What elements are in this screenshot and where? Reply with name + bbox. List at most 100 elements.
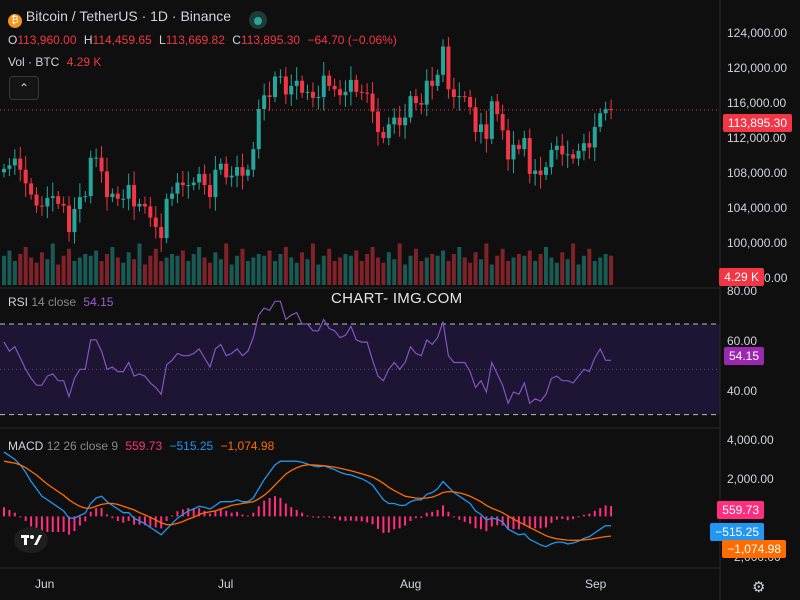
volume-bar bbox=[424, 257, 429, 285]
macd-histogram-bar bbox=[474, 516, 477, 529]
candle-body bbox=[77, 197, 82, 210]
macd-histogram-bar bbox=[62, 516, 65, 532]
macd-histogram-bar bbox=[274, 496, 276, 517]
macd-histogram-bar bbox=[366, 516, 369, 523]
macd-histogram-bar bbox=[122, 516, 125, 523]
price-tick: 100,000.00 bbox=[727, 236, 788, 250]
macd-histogram-bar bbox=[333, 516, 336, 519]
close-value: 113,895.30 bbox=[240, 33, 301, 47]
bitcoin-icon: ₿ bbox=[8, 14, 22, 28]
volume-bar bbox=[2, 255, 6, 285]
volume-bar bbox=[500, 248, 505, 285]
tradingview-logo[interactable] bbox=[14, 527, 48, 553]
macd-histogram-bar bbox=[458, 516, 461, 520]
low-label: L bbox=[159, 33, 166, 47]
macd-histogram-bar bbox=[349, 516, 352, 521]
volume-bar bbox=[581, 255, 586, 285]
volume-bar bbox=[565, 259, 570, 285]
volume-bar bbox=[375, 257, 380, 285]
volume-bar bbox=[413, 248, 418, 285]
volume-bar bbox=[262, 255, 267, 285]
candle-body bbox=[544, 167, 548, 175]
candle-body bbox=[587, 143, 592, 148]
candle-body bbox=[316, 96, 321, 98]
candle-body bbox=[34, 194, 39, 206]
price-tick: 124,000.00 bbox=[727, 26, 788, 40]
volume-bar bbox=[88, 255, 93, 285]
volume-bar bbox=[240, 248, 245, 285]
candle-body bbox=[408, 96, 413, 118]
macd-histogram-bar bbox=[30, 516, 33, 527]
candle-body bbox=[359, 91, 364, 93]
macd-histogram-bar bbox=[344, 516, 347, 521]
macd-histogram-bar bbox=[545, 516, 547, 528]
settings-gear-icon[interactable]: ⚙ bbox=[752, 578, 765, 596]
volume-bar bbox=[348, 255, 353, 285]
volume-bar bbox=[484, 243, 489, 285]
candle-body bbox=[451, 89, 456, 97]
rsi-tick: 60.00 bbox=[727, 334, 758, 348]
macd-histogram-bar bbox=[236, 511, 239, 517]
candle-body bbox=[273, 76, 277, 97]
volume-bar bbox=[23, 247, 28, 285]
ohlc-legend: O113,960.00 H114,459.65 L113,669.82 C113… bbox=[8, 33, 397, 47]
candle-body bbox=[170, 193, 175, 199]
macd-histogram-bar bbox=[246, 515, 249, 517]
volume-bar bbox=[381, 262, 386, 285]
macd-histogram-bar bbox=[176, 511, 179, 517]
candle-body bbox=[386, 124, 391, 139]
macd-histogram-bar bbox=[555, 516, 558, 520]
volume-bar bbox=[56, 264, 61, 285]
candle-body bbox=[186, 185, 191, 187]
volume-bar bbox=[164, 257, 169, 285]
volume-bar bbox=[126, 252, 131, 285]
candle-body bbox=[338, 89, 343, 96]
macd-histogram-bar bbox=[534, 516, 537, 529]
macd-histogram-bar bbox=[3, 507, 5, 517]
candle-body bbox=[343, 91, 348, 96]
volume-bar bbox=[197, 247, 202, 285]
macd-histogram-bar bbox=[328, 516, 331, 518]
volume-bar bbox=[397, 243, 402, 285]
rsi-params: 14 close bbox=[31, 295, 77, 309]
candle-body bbox=[159, 226, 164, 239]
macd-histogram-bar bbox=[290, 507, 293, 517]
candle-body bbox=[56, 196, 61, 204]
candle-body bbox=[392, 117, 397, 125]
tradingview-logo-icon bbox=[21, 535, 42, 545]
volume-bar bbox=[522, 255, 527, 285]
watermark: CHART- IMG.COM bbox=[331, 290, 463, 307]
candle-body bbox=[327, 75, 332, 86]
candle-body bbox=[522, 138, 527, 150]
candle-body bbox=[126, 185, 131, 199]
macd-histogram-bar bbox=[577, 516, 580, 518]
candle-body bbox=[202, 173, 207, 186]
volume-bar bbox=[592, 261, 597, 285]
candle-body bbox=[115, 193, 120, 199]
volume-bar bbox=[305, 259, 310, 285]
macd-histogram-bar bbox=[51, 516, 54, 532]
volume-bar bbox=[516, 254, 521, 285]
macd-histogram-bar bbox=[442, 505, 445, 517]
volume-bar bbox=[235, 255, 240, 285]
volume-bar bbox=[267, 250, 272, 285]
candle-body bbox=[180, 182, 185, 186]
volume-bar bbox=[115, 257, 120, 285]
candle-body bbox=[397, 117, 402, 126]
macd-line-value: −515.25 bbox=[169, 439, 214, 453]
macd-histogram-bar bbox=[604, 505, 607, 517]
volume-bar bbox=[538, 254, 543, 285]
candle-body bbox=[500, 114, 505, 131]
chevron-up-icon: ⌃ bbox=[18, 81, 30, 95]
price-tick: 112,000.00 bbox=[727, 131, 787, 145]
candle-body bbox=[516, 144, 521, 150]
macd-histogram-bar bbox=[154, 516, 157, 528]
macd-histogram-bar bbox=[95, 508, 98, 517]
macd-histogram-bar bbox=[100, 508, 103, 517]
volume-bar bbox=[386, 252, 391, 285]
candle-body bbox=[175, 182, 180, 194]
macd-line-tag: −515.25 bbox=[710, 523, 764, 541]
candle-body bbox=[348, 79, 353, 92]
open-label: O bbox=[8, 33, 18, 47]
collapse-legend-button[interactable]: ⌃ bbox=[9, 76, 39, 100]
